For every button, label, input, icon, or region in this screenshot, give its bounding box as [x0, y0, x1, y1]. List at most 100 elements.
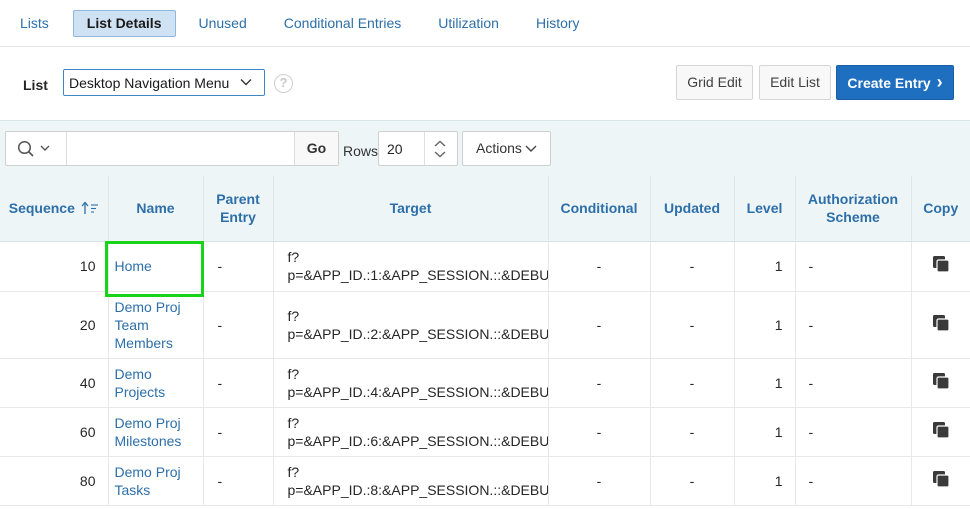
copy-icon [932, 372, 950, 390]
cell-copy[interactable] [911, 407, 970, 457]
column-header-target[interactable]: Target [273, 176, 549, 242]
search-input[interactable] [68, 132, 294, 165]
cell-target: f?p=&APP_ID.:1:&APP_SESSION.::&DEBUG.: [273, 241, 549, 292]
cell-parent-entry: - [203, 291, 274, 359]
cell-parent-entry: - [203, 456, 274, 506]
cell-target: f? p=&APP_ID.:4:&APP_SESSION.::&DEBUG.: [273, 358, 549, 408]
cell-name: Demo Proj Tasks [108, 456, 204, 506]
table-row: 80 Demo Proj Tasks - f? p=&APP_ID.:8:&APP_SE… [0, 456, 970, 506]
table-header-row: Sequence Name Parent Entry Target Condit… [0, 176, 970, 242]
cell-authorization-scheme: - [795, 241, 912, 292]
rows-label: Rows [343, 143, 379, 159]
cell-copy[interactable] [911, 358, 970, 408]
entry-name-link[interactable]: Home [115, 258, 152, 274]
cell-updated: - [650, 358, 735, 408]
create-entry-label: Create Entry [847, 75, 931, 91]
cell-copy[interactable] [911, 291, 970, 359]
column-header-parent-entry[interactable]: Parent Entry [203, 176, 274, 242]
cell-authorization-scheme: - [795, 358, 912, 408]
rows-divider [424, 132, 425, 165]
tab-utilization[interactable]: Utilization [424, 10, 513, 37]
go-button[interactable]: Go [294, 132, 338, 165]
actions-menu-button[interactable]: Actions [462, 131, 551, 166]
column-header-sequence[interactable]: Sequence [0, 176, 109, 242]
chevron-down-icon [525, 145, 537, 152]
cell-name: Demo Projects [108, 358, 204, 408]
sequence-header-label: Sequence [8, 200, 75, 217]
list-select-value: Desktop Navigation Menu [69, 75, 230, 91]
cell-authorization-scheme: - [795, 456, 912, 506]
cell-updated: - [650, 456, 735, 506]
cell-level: 1 [734, 407, 796, 457]
cell-parent-entry: - [203, 241, 274, 292]
search-icon [17, 140, 50, 157]
tab-conditional-entries[interactable]: Conditional Entries [270, 10, 416, 37]
sort-ascending-icon [81, 201, 98, 215]
target-line-2: p=&APP_ID.:1:&APP_SESSION.::&DEBUG.: [287, 267, 548, 283]
list-select[interactable]: Desktop Navigation Menu [63, 69, 265, 96]
list-selector-row: List Desktop Navigation Menu ? Grid Edit… [0, 47, 970, 120]
copy-icon [932, 470, 950, 488]
table-row: 60 Demo Proj Milestones - f? p=&APP_ID.:6:&A… [0, 407, 970, 457]
cell-parent-entry: - [203, 407, 274, 457]
cell-level: 1 [734, 456, 796, 506]
cell-level: 1 [734, 291, 796, 359]
tab-lists[interactable]: Lists [6, 10, 63, 37]
help-icon[interactable]: ? [274, 74, 293, 93]
target-line-2: p=&APP_ID.:6:&APP_SESSION.::&DEBUG.: [287, 432, 548, 449]
cell-sequence: 20 [0, 291, 109, 359]
tab-list-details[interactable]: List Details [72, 9, 176, 37]
cell-level: 1 [734, 241, 796, 292]
entry-name-link[interactable]: Demo Projects [115, 366, 166, 400]
create-entry-button[interactable]: Create Entry › [836, 65, 954, 100]
report-toolbar: Go Rows 20 Actions [0, 120, 970, 176]
cell-conditional: - [548, 291, 651, 359]
tab-unused[interactable]: Unused [185, 10, 261, 37]
column-header-copy: Copy [911, 176, 970, 242]
cell-conditional: - [548, 241, 651, 292]
cell-parent-entry: - [203, 358, 274, 408]
cell-copy[interactable] [911, 456, 970, 506]
up-down-chevron-icon [434, 140, 446, 158]
cell-name: Home [108, 241, 204, 292]
cell-authorization-scheme: - [795, 407, 912, 457]
cell-target: f? p=&APP_ID.:6:&APP_SESSION.::&DEBUG.: [273, 407, 549, 457]
cell-sequence: 60 [0, 407, 109, 457]
copy-icon [932, 314, 950, 332]
rows-value: 20 [387, 141, 403, 157]
column-header-conditional[interactable]: Conditional [548, 176, 651, 242]
tab-history[interactable]: History [522, 10, 594, 37]
column-header-name[interactable]: Name [108, 176, 204, 242]
cell-sequence: 10 [0, 241, 109, 292]
cell-updated: - [650, 407, 735, 457]
chevron-right-icon: › [936, 72, 943, 92]
entry-name-link[interactable]: Demo Proj Team Members [115, 299, 181, 351]
edit-list-button[interactable]: Edit List [759, 65, 831, 100]
target-line-1: f? [287, 249, 300, 265]
cell-copy[interactable] [911, 241, 970, 292]
list-label: List [23, 77, 48, 93]
list-entries-table: Sequence Name Parent Entry Target Condit… [0, 176, 970, 506]
target-line-1: f? [287, 365, 300, 382]
target-line-1: f? [287, 307, 300, 324]
target-line-2: p=&APP_ID.:4:&APP_SESSION.::&DEBUG.: [287, 383, 548, 400]
rows-select[interactable]: 20 [378, 131, 458, 166]
column-header-authorization-scheme[interactable]: Authorization Scheme [795, 176, 912, 242]
column-header-updated[interactable]: Updated [650, 176, 735, 242]
chevron-down-icon [240, 79, 252, 86]
target-line-1: f? [287, 414, 300, 431]
entry-name-link[interactable]: Demo Proj Milestones [115, 415, 182, 449]
cell-conditional: - [548, 407, 651, 457]
cell-authorization-scheme: - [795, 291, 912, 359]
grid-edit-button[interactable]: Grid Edit [676, 65, 753, 100]
target-line-1: f? [287, 463, 300, 480]
cell-name: Demo Proj Team Members [108, 291, 204, 359]
target-line-2: p=&APP_ID.:8:&APP_SESSION.::&DEBUG.: [287, 481, 548, 498]
entry-name-link[interactable]: Demo Proj Tasks [115, 464, 181, 498]
search-column-button[interactable] [6, 132, 67, 165]
column-header-level[interactable]: Level [734, 176, 796, 242]
cell-updated: - [650, 291, 735, 359]
cell-conditional: - [548, 456, 651, 506]
table-row: 20 Demo Proj Team Members - f? p=&APP_ID.:2:… [0, 291, 970, 359]
target-line-2: p=&APP_ID.:2:&APP_SESSION.::&DEBUG.: [287, 325, 548, 342]
